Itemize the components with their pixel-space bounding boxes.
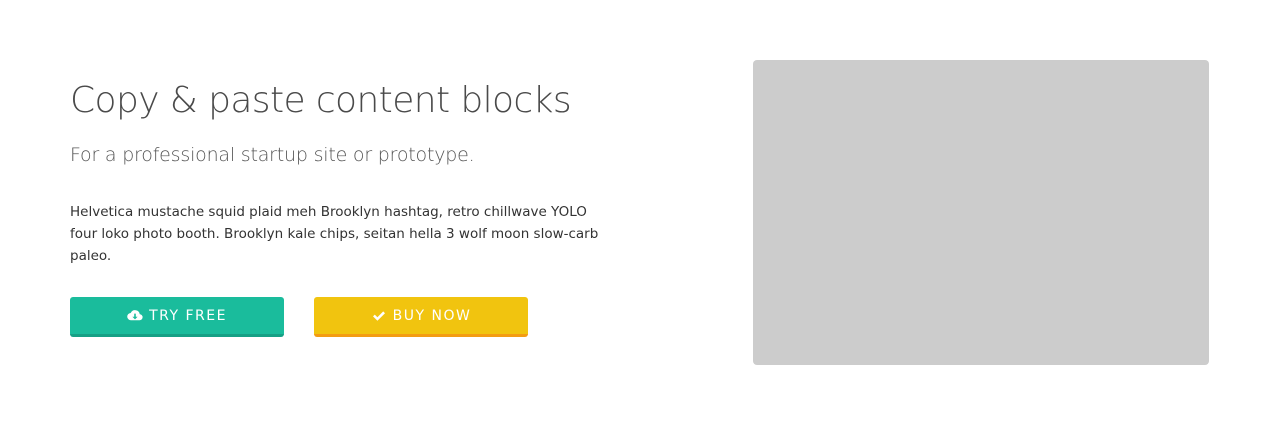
- check-icon: [371, 308, 387, 324]
- try-free-label: TRY FREE: [149, 307, 227, 324]
- hero-title: Copy & paste content blocks: [70, 80, 572, 121]
- buy-now-button[interactable]: BUY NOW: [314, 297, 528, 337]
- hero-buttons: TRY FREE BUY NOW: [70, 297, 630, 337]
- buy-now-label: BUY NOW: [392, 307, 472, 324]
- try-free-button[interactable]: TRY FREE: [70, 297, 284, 337]
- hero-subtitle: For a professional startup site or proto…: [70, 144, 475, 166]
- cloud-download-icon: [127, 308, 143, 324]
- image-placeholder: [753, 60, 1209, 365]
- hero-content: Copy & paste content blocks For a profes…: [70, 78, 630, 337]
- hero-section: Copy & paste content blocks For a profes…: [0, 0, 1280, 425]
- hero-body-text: Helvetica mustache squid plaid meh Brook…: [70, 204, 599, 264]
